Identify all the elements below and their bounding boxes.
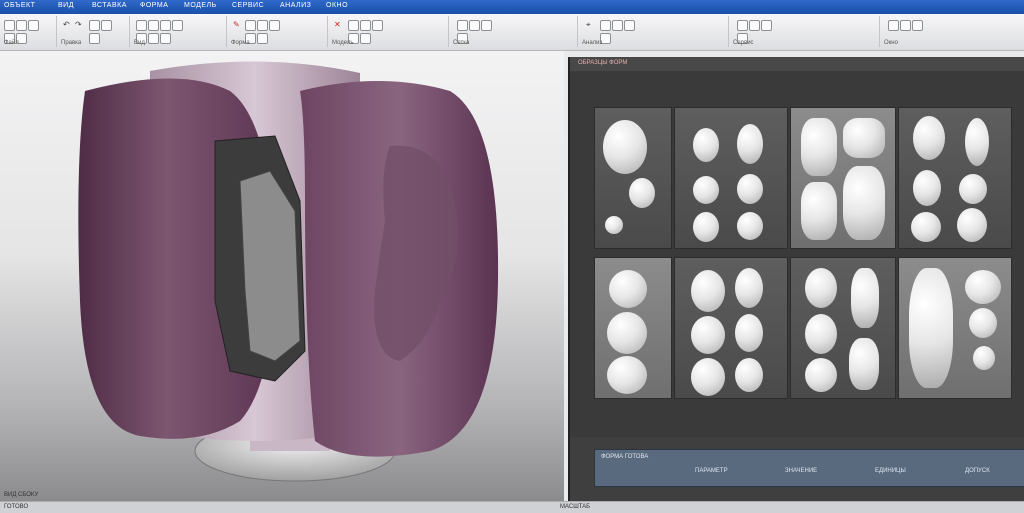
ribbon-group-analysis: ⌖ Анализ: [578, 16, 729, 47]
top-view-icon[interactable]: [160, 33, 171, 44]
footer-field[interactable]: ПАРАМЕТР: [695, 468, 728, 474]
undo-icon[interactable]: ↶: [63, 20, 70, 29]
thumbnail-cell[interactable]: [674, 107, 788, 249]
pattern-icon[interactable]: [360, 20, 371, 31]
section-icon[interactable]: [600, 20, 611, 31]
revolve-icon[interactable]: [257, 20, 268, 31]
ribbon-group-shape: ✎ Форма: [227, 16, 328, 47]
copy-icon[interactable]: [101, 20, 112, 31]
ribbon-group-label: Анализ: [582, 40, 603, 46]
ribbon-group-label: Вид: [134, 40, 145, 46]
redo-icon[interactable]: ↷: [75, 20, 82, 29]
model-render: [78, 61, 499, 482]
title-bar: ОБЪЕКТ ВИД ВСТАВКА ФОРМА МОДЕЛЬ СЕРВИС А…: [0, 0, 1024, 14]
ribbon-group-label: Окно: [884, 40, 898, 46]
menu-item[interactable]: ВИД: [58, 2, 74, 9]
open-icon[interactable]: [16, 20, 27, 31]
footer-field[interactable]: ЗНАЧЕНИЕ: [785, 468, 817, 474]
mesh-icon[interactable]: [457, 20, 468, 31]
zoom-icon[interactable]: [160, 20, 171, 31]
footer-field[interactable]: ЕДИНИЦЫ: [875, 468, 906, 474]
settings-icon[interactable]: [737, 20, 748, 31]
mirror-icon[interactable]: [348, 20, 359, 31]
cut-icon[interactable]: [89, 20, 100, 31]
menu-item[interactable]: СЕРВИС: [232, 2, 264, 9]
ribbon-group-label: Сервис: [733, 40, 754, 46]
ribbon-group-label: Сетка: [453, 40, 470, 46]
status-zoom: МАСШТАБ: [560, 504, 591, 510]
smooth-icon[interactable]: [469, 20, 480, 31]
cascade-icon[interactable]: [900, 20, 911, 31]
shell-icon[interactable]: [257, 33, 268, 44]
pan-icon[interactable]: [148, 20, 159, 31]
ribbon-group-window: Окно: [880, 16, 1023, 47]
ribbon-group-tools: Сервис: [729, 16, 880, 47]
new-icon[interactable]: [4, 20, 15, 31]
thumbnail-cell[interactable]: [790, 257, 896, 399]
thumbnail-cell[interactable]: [790, 107, 896, 249]
status-text: ГОТОВО: [4, 504, 29, 510]
draft-icon[interactable]: [624, 20, 635, 31]
thumbnail-cell[interactable]: [594, 107, 672, 249]
fit-icon[interactable]: [172, 20, 183, 31]
tile-icon[interactable]: [888, 20, 899, 31]
thumbnail-grid: [594, 107, 1024, 449]
menu-item[interactable]: ОКНО: [326, 2, 348, 9]
save-icon[interactable]: [28, 20, 39, 31]
thumbnail-cell[interactable]: [594, 257, 672, 399]
viewport-label: ВИД СБОКУ: [4, 492, 39, 498]
ribbon-group-label: Форма: [231, 40, 250, 46]
sketch-icon[interactable]: ✎: [233, 20, 240, 29]
menu-item[interactable]: МОДЕЛЬ: [184, 2, 217, 9]
status-bar: ГОТОВО МАСШТАБ: [0, 501, 1024, 513]
menu-item[interactable]: ОБЪЕКТ: [4, 2, 35, 9]
thumbnail-cell[interactable]: [674, 257, 788, 399]
ribbon-group-file: Файл: [0, 16, 57, 47]
loft-icon[interactable]: [269, 20, 280, 31]
join-icon[interactable]: [360, 33, 371, 44]
ribbon-group-mesh: Сетка: [449, 16, 578, 47]
boolean-icon[interactable]: [372, 20, 383, 31]
panel-header: ОБРАЗЦЫ ФОРМ: [570, 57, 1024, 71]
menu-item[interactable]: ФОРМА: [140, 2, 168, 9]
ribbon-toolbar: Файл ↶ ↷ Правка Вид ✎ Форма ✕ Модель Сет…: [0, 14, 1024, 51]
fullscreen-icon[interactable]: [912, 20, 923, 31]
menu-item[interactable]: ВСТАВКА: [92, 2, 127, 9]
ribbon-group-label: Файл: [4, 40, 19, 46]
properties-bar: ФОРМА ГОТОВА ПАРАМЕТР ЗНАЧЕНИЕ ЕДИНИЦЫ Д…: [594, 449, 1024, 487]
curvature-icon[interactable]: [612, 20, 623, 31]
ribbon-group-label: Модель: [332, 40, 354, 46]
mark-icon[interactable]: ✕: [334, 20, 341, 29]
layers-icon[interactable]: [749, 20, 760, 31]
ribbon-group-view: Вид: [130, 16, 227, 47]
ribbon-group-edit: ↶ ↷ Правка: [57, 16, 130, 47]
material-icon[interactable]: [761, 20, 772, 31]
shape-library-panel: ОБРАЗЦЫ ФОРМ ФОРМА ГОТОВА ПАРАМЕТР ЗНАЧЕ…: [568, 57, 1024, 501]
thumbnail-cell[interactable]: [898, 257, 1012, 399]
extrude-icon[interactable]: [245, 20, 256, 31]
subdivide-icon[interactable]: [481, 20, 492, 31]
panel-title: ОБРАЗЦЫ ФОРМ: [578, 60, 628, 66]
ribbon-group-model: ✕ Модель: [328, 16, 449, 47]
panel-footer: ФОРМА ГОТОВА ПАРАМЕТР ЗНАЧЕНИЕ ЕДИНИЦЫ Д…: [570, 437, 1024, 501]
thumbnail-cell[interactable]: [898, 107, 1012, 249]
menu-item[interactable]: АНАЛИЗ: [280, 2, 311, 9]
measure-icon[interactable]: ⌖: [586, 20, 591, 29]
footer-field[interactable]: ДОПУСК: [965, 468, 990, 474]
3d-viewport[interactable]: ВИД СБОКУ: [0, 51, 564, 501]
footer-caption: ФОРМА ГОТОВА: [601, 454, 649, 460]
side-view-icon[interactable]: [148, 33, 159, 44]
paste-icon[interactable]: [89, 33, 100, 44]
rotate-icon[interactable]: [136, 20, 147, 31]
ribbon-group-label: Правка: [61, 40, 82, 46]
